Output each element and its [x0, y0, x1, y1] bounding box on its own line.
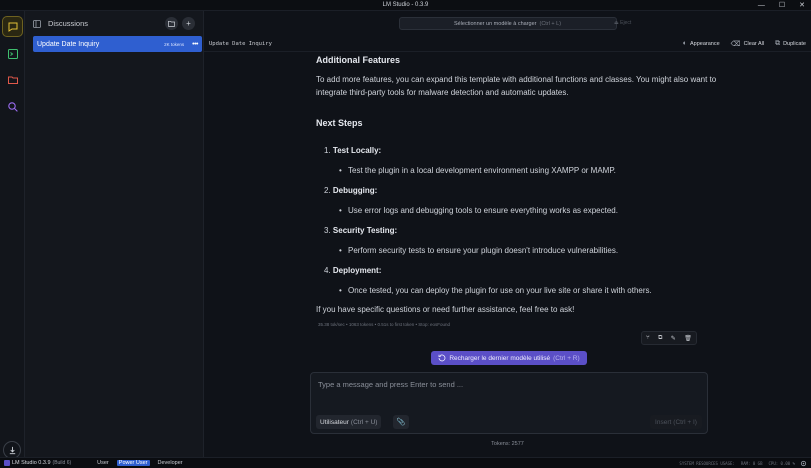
mode-user[interactable]: User: [95, 460, 111, 466]
close-button[interactable]: ✕: [799, 0, 805, 11]
clear-all-label: Clear All: [743, 40, 765, 47]
main-panel: Sélectionner un modèle à charger (Ctrl +…: [204, 11, 811, 457]
message-input[interactable]: Type a message and press Enter to send .…: [318, 380, 463, 389]
attach-button[interactable]: 📎: [393, 415, 409, 429]
token-count: Tokens: 2577: [491, 441, 524, 447]
app-build: (Build 6): [52, 460, 72, 466]
mode-power-user[interactable]: Power User: [116, 460, 150, 466]
palette-icon: ◐: [682, 40, 687, 47]
reload-model-button[interactable]: Recharger le dernier modèle utilisé (Ctr…: [431, 351, 587, 365]
sidebar-header: Discussions +: [25, 11, 203, 36]
step-title: Security Testing:: [332, 226, 398, 235]
insert-hint: (Ctrl + I): [673, 418, 697, 426]
new-chat-button[interactable]: +: [182, 17, 195, 30]
sidebar-toggle-icon[interactable]: [33, 19, 41, 28]
reload-model-label: Recharger le dernier modèle utilisé: [449, 354, 551, 362]
step-number: 4.: [324, 266, 331, 275]
developer-tab[interactable]: [2, 43, 23, 64]
model-select-label: Sélectionner un modèle à charger: [453, 20, 537, 27]
discover-tab[interactable]: [2, 96, 23, 117]
clear-all-button[interactable]: ⌫ Clear All: [731, 40, 764, 48]
message-composer: Type a message and press Enter to send .…: [310, 372, 708, 434]
window-title: LM Studio - 0.3.9: [382, 2, 429, 8]
step-bullet: Once tested, you can deploy the plugin f…: [339, 286, 652, 295]
chat-title[interactable]: Update Date Inquiry: [209, 41, 272, 47]
copy-message-icon[interactable]: ⧉: [658, 335, 662, 342]
sidebar-title: Discussions: [48, 19, 89, 28]
role-hint: (Ctrl + U): [350, 418, 378, 426]
chat-list-item[interactable]: Update Date Inquiry 2K tokens •••: [33, 36, 202, 52]
lmstudio-logo-icon: [4, 460, 10, 466]
step-bullet: Perform security tests to ensure your pl…: [339, 246, 618, 255]
chat-icon: [8, 22, 17, 32]
app-version: LM Studio 0.3.9: [12, 460, 51, 466]
model-select[interactable]: Sélectionner un modèle à charger (Ctrl +…: [398, 17, 617, 30]
heading-next-steps: Next Steps: [316, 118, 363, 128]
folder-plus-icon: [168, 20, 175, 27]
step-item: 4. Deployment:: [324, 266, 381, 275]
more-options-icon[interactable]: •••: [192, 41, 198, 48]
minimize-button[interactable]: —: [758, 0, 765, 11]
clear-icon: ⌫: [730, 40, 741, 48]
chat-tab[interactable]: [2, 16, 23, 37]
duplicate-button[interactable]: ⧉ Duplicate: [775, 40, 806, 48]
chat-item-name: Update Date Inquiry: [37, 40, 100, 48]
step-number: 2.: [324, 186, 331, 195]
folder-icon: [7, 76, 18, 84]
heading-additional-features: Additional Features: [316, 55, 401, 65]
sidebar: Discussions + Update Date Inquiry 2K tok…: [25, 11, 204, 457]
status-bar: LM Studio 0.3.9 (Build 6) User Power Use…: [0, 457, 811, 468]
download-icon: [9, 446, 15, 454]
appearance-label: Appearance: [690, 40, 720, 47]
step-title: Deployment:: [332, 266, 382, 275]
step-title: Test Locally:: [332, 146, 382, 155]
ram-usage: RAM: 0 GB: [740, 460, 763, 466]
message-actions: ⑂ ⧉ ✎ 🗑: [641, 331, 697, 345]
cpu-usage: CPU: 0.00 %: [768, 460, 796, 466]
closing-paragraph: If you have specific questions or need f…: [316, 305, 575, 314]
edit-icon[interactable]: ✎: [671, 335, 676, 342]
step-item: 3. Security Testing:: [324, 226, 397, 235]
top-bar: Sélectionner un modèle à charger (Ctrl +…: [204, 11, 811, 36]
maximize-button[interactable]: ☐: [779, 0, 785, 11]
copy-icon: ⧉: [775, 39, 781, 47]
left-rail: [0, 11, 25, 459]
chat-item-tokens: 2K tokens: [164, 41, 185, 47]
eject-button[interactable]: ⏏ Eject: [614, 20, 631, 26]
role-label: Utilisateur: [320, 418, 349, 426]
step-bullet: Use error logs and debugging tools to en…: [339, 206, 618, 215]
role-toggle-button[interactable]: Utilisateur (Ctrl + U): [316, 415, 382, 429]
chat-subbar: Update Date Inquiry ◐ Appearance ⌫ Clear…: [204, 36, 811, 52]
appearance-button[interactable]: ◐ Appearance: [683, 40, 720, 47]
step-number: 3.: [324, 226, 331, 235]
paragraph-additional-features: To add more features, you can expand thi…: [316, 75, 717, 97]
insert-label: Insert: [655, 418, 672, 426]
paperclip-icon: 📎: [396, 419, 406, 426]
branch-icon[interactable]: ⑂: [646, 335, 650, 341]
step-bullet: Test the plugin in a local development e…: [339, 166, 616, 175]
delete-icon[interactable]: 🗑: [684, 335, 692, 342]
step-number: 1.: [324, 146, 331, 155]
system-resources-label: SYSTEM RESOURCES USAGE:: [679, 460, 735, 466]
reload-model-hint: (Ctrl + R): [553, 354, 580, 362]
step-title: Debugging:: [332, 186, 378, 195]
duplicate-label: Duplicate: [783, 40, 806, 47]
step-item: 1. Test Locally:: [324, 146, 381, 155]
step-item: 2. Debugging:: [324, 186, 377, 195]
mode-developer[interactable]: Developer: [156, 460, 185, 466]
generation-stats: 35.38 tok/sec • 1063 tokens • 0.51s to f…: [318, 322, 451, 327]
new-folder-button[interactable]: [165, 17, 178, 30]
terminal-icon: [7, 48, 18, 59]
insert-button[interactable]: Insert (Ctrl + I): [650, 415, 702, 429]
model-icon: [438, 354, 446, 362]
settings-icon[interactable]: [800, 460, 807, 467]
model-select-hint: (Ctrl + L): [539, 20, 562, 27]
window-controls: — ☐ ✕: [758, 0, 805, 11]
title-bar: LM Studio - 0.3.9 — ☐ ✕: [0, 0, 811, 11]
my-models-tab[interactable]: [2, 69, 23, 90]
search-icon: [7, 101, 18, 112]
